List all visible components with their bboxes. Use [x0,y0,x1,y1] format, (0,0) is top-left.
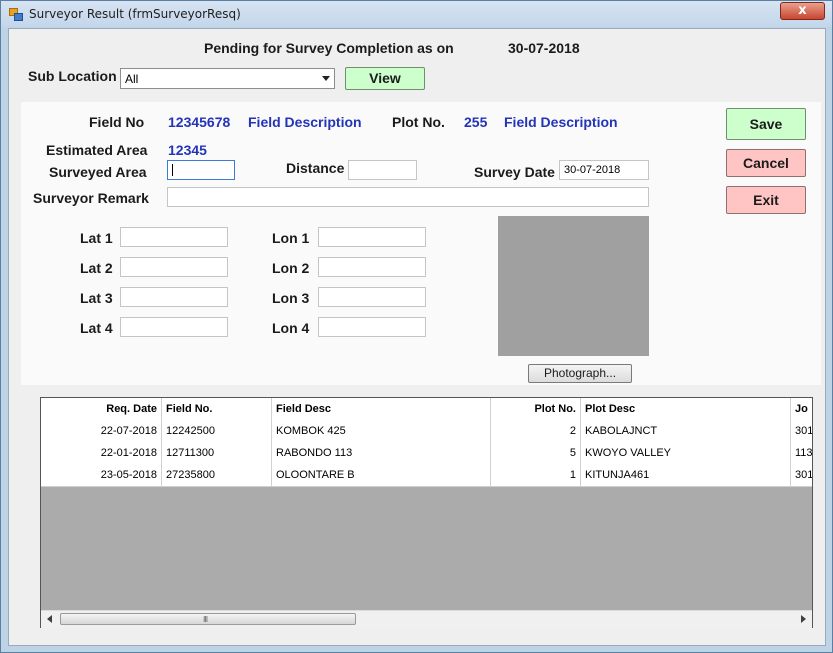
scrollbar-grip: III [203,615,208,624]
title-bar[interactable]: Surveyor Result (frmSurveyorResq) x [1,1,832,27]
lon4-label: Lon 4 [272,320,310,336]
cell-field-no: 12242500 [162,420,272,442]
view-button[interactable]: View [345,67,425,90]
column-header-jo[interactable]: Jo [791,398,812,420]
lon3-input[interactable] [318,287,426,307]
save-button[interactable]: Save [726,108,806,140]
exit-button[interactable]: Exit [726,186,806,214]
surveyor-remark-label: Surveyor Remark [33,190,149,206]
column-header-field-desc[interactable]: Field Desc [272,398,491,420]
table-row[interactable]: 23-05-2018 27235800 OLOONTARE B 1 KITUNJ… [41,464,812,487]
column-header-req-date[interactable]: Req. Date [41,398,162,420]
plot-no-value: 255 [464,114,488,130]
cell-req-date: 23-05-2018 [41,464,162,486]
lat1-input[interactable] [120,227,228,247]
grid-horizontal-scrollbar[interactable]: III [41,610,812,628]
lon3-label: Lon 3 [272,290,310,306]
sub-location-label: Sub Location [28,68,117,84]
cell-jo: 301 [795,469,813,481]
photograph-button[interactable]: Photograph... [528,364,632,383]
cell-field-no: 12711300 [162,442,272,464]
estimated-area-value: 12345 [168,142,207,158]
estimated-area-label: Estimated Area [46,142,148,158]
scrollbar-thumb[interactable]: III [60,613,356,625]
surveyed-area-input[interactable] [167,160,235,180]
lon1-label: Lon 1 [272,230,310,246]
page-heading: Pending for Survey Completion as on [204,40,454,56]
survey-results-grid[interactable]: Req. Date Field No. Field Desc Plot No. … [40,397,813,628]
window-title: Surveyor Result (frmSurveyorResq) [29,7,241,21]
cell-plot-desc: KITUNJA461 [581,464,791,486]
chevron-down-icon [322,76,330,81]
cell-plot-no: 2 [491,420,581,442]
column-header-plot-desc[interactable]: Plot Desc [581,398,791,420]
lat2-label: Lat 2 [80,260,113,276]
field-no-value: 12345678 [168,114,231,130]
grid-header: Req. Date Field No. Field Desc Plot No. … [41,398,812,421]
cell-jo: 113 [795,447,813,459]
cancel-button[interactable]: Cancel [726,149,806,177]
cell-req-date: 22-07-2018 [41,420,162,442]
lon4-input[interactable] [318,317,426,337]
cell-jo: 301 [795,425,813,437]
lat3-input[interactable] [120,287,228,307]
cell-req-date: 22-01-2018 [41,442,162,464]
cell-plot-desc: KABOLAJNCT [581,420,791,442]
lon2-label: Lon 2 [272,260,310,276]
scroll-right-icon[interactable] [801,615,806,623]
cell-field-desc: KOMBOK 425 [272,420,491,442]
application-icon [9,8,23,21]
scroll-left-icon[interactable] [47,615,52,623]
cell-plot-no: 5 [491,442,581,464]
lon2-input[interactable] [318,257,426,277]
plot-no-label: Plot No. [392,114,445,130]
sub-location-value: All [125,72,139,86]
plot-field-description-value: Field Description [504,114,618,130]
column-header-plot-no[interactable]: Plot No. [491,398,581,420]
cell-field-desc: RABONDO 113 [272,442,491,464]
close-icon: x [798,3,807,18]
surveyor-remark-input[interactable] [167,187,649,207]
distance-input[interactable] [348,160,417,180]
cell-field-no: 27235800 [162,464,272,486]
table-row[interactable]: 22-01-2018 12711300 RABONDO 113 5 KWOYO … [41,442,812,465]
lon1-input[interactable] [318,227,426,247]
column-header-field-no[interactable]: Field No. [162,398,272,420]
sub-location-select[interactable]: All [120,68,335,89]
table-row[interactable]: 22-07-2018 12242500 KOMBOK 425 2 KABOLAJ… [41,420,812,443]
cell-field-desc: OLOONTARE B [272,464,491,486]
lat1-label: Lat 1 [80,230,113,246]
surveyor-result-window: Surveyor Result (frmSurveyorResq) x Pend… [0,0,833,653]
survey-date-label: Survey Date [474,164,555,180]
survey-date-input[interactable]: 30-07-2018 [559,160,649,180]
lat2-input[interactable] [120,257,228,277]
photograph-preview [498,216,649,356]
surveyed-area-label: Surveyed Area [49,164,147,180]
close-button[interactable]: x [780,2,825,20]
heading-date: 30-07-2018 [508,40,580,56]
distance-label: Distance [286,160,345,176]
text-caret [172,164,173,176]
field-no-label: Field No [89,114,145,130]
lat4-label: Lat 4 [80,320,113,336]
lat4-input[interactable] [120,317,228,337]
field-description-value: Field Description [248,114,362,130]
cell-plot-desc: KWOYO VALLEY [581,442,791,464]
cell-plot-no: 1 [491,464,581,486]
lat3-label: Lat 3 [80,290,113,306]
